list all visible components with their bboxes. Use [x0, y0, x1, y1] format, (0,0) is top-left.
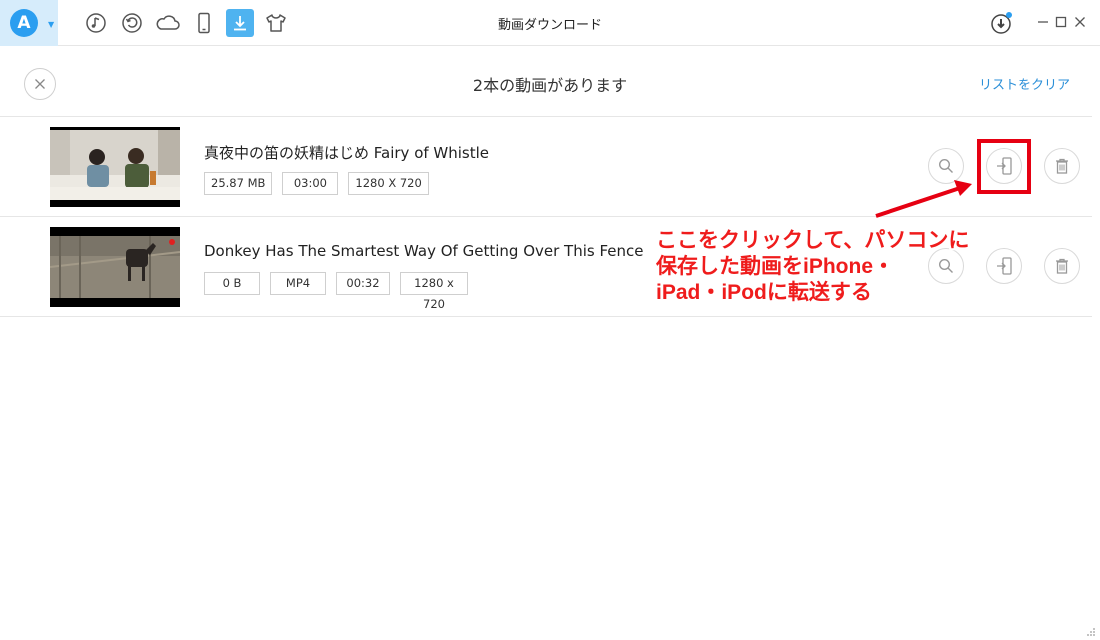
search-button[interactable]: [928, 148, 964, 184]
music-icon[interactable]: [82, 9, 110, 37]
download-icon[interactable]: [226, 9, 254, 37]
trash-icon: [1056, 158, 1068, 174]
annotation-line: 保存した動画をiPhone・: [656, 255, 895, 278]
format-badge: MP4: [270, 272, 326, 295]
video-row: 真夜中の笛の妖精はじめ Fairy of Whistle 25.87 MB 03…: [0, 117, 1092, 217]
window-title: 動画ダウンロード: [497, 18, 602, 33]
import-to-device-icon: [997, 257, 1012, 275]
file-size-badge: 0 B: [204, 272, 260, 295]
video-thumbnail: [50, 227, 180, 307]
minimize-icon[interactable]: [1035, 14, 1051, 30]
maximize-icon[interactable]: [1053, 14, 1069, 30]
resolution-badge: 1280 X 720: [348, 172, 429, 195]
delete-button[interactable]: [1044, 248, 1080, 284]
clear-list-link[interactable]: リストをクリア: [979, 74, 1070, 93]
video-thumbnail: [50, 127, 180, 207]
page-title: 2本の動画があります: [472, 76, 628, 95]
file-size-badge: 25.87 MB: [204, 172, 273, 195]
restore-icon[interactable]: [118, 9, 146, 37]
download-status-icon[interactable]: [990, 12, 1012, 34]
title-bar: A ▼ 動画ダウンロード: [0, 0, 1100, 46]
close-icon[interactable]: [1072, 14, 1088, 30]
chevron-down-icon: ▼: [48, 20, 55, 29]
delete-button[interactable]: [1044, 148, 1080, 184]
app-menu[interactable]: A ▼: [0, 0, 58, 46]
cloud-icon[interactable]: [154, 9, 182, 37]
annotation-text: ここをクリックして、パソコンに 保存した動画をiPhone・ iPad・iPod…: [656, 228, 969, 306]
duration-badge: 03:00: [282, 172, 339, 195]
app-logo: A: [10, 9, 38, 37]
annotation-line: iPad・iPodに転送する: [656, 281, 872, 304]
device-icon[interactable]: [190, 9, 218, 37]
duration-badge: 00:32: [336, 272, 390, 295]
tshirt-icon[interactable]: [262, 9, 290, 37]
search-icon: [938, 158, 953, 173]
resolution-badge: 1280 x 720: [400, 272, 468, 311]
video-title: Donkey Has The Smartest Way Of Getting O…: [204, 242, 644, 260]
highlight-box: [977, 139, 1031, 194]
annotation-line: ここをクリックして、パソコンに: [656, 229, 970, 252]
trash-icon: [1056, 258, 1068, 274]
list-header: 2本の動画があります リストをクリア: [0, 46, 1092, 117]
resize-grip-icon[interactable]: [1086, 627, 1096, 637]
video-title: 真夜中の笛の妖精はじめ Fairy of Whistle: [204, 144, 490, 162]
transfer-to-device-button[interactable]: [986, 248, 1022, 284]
